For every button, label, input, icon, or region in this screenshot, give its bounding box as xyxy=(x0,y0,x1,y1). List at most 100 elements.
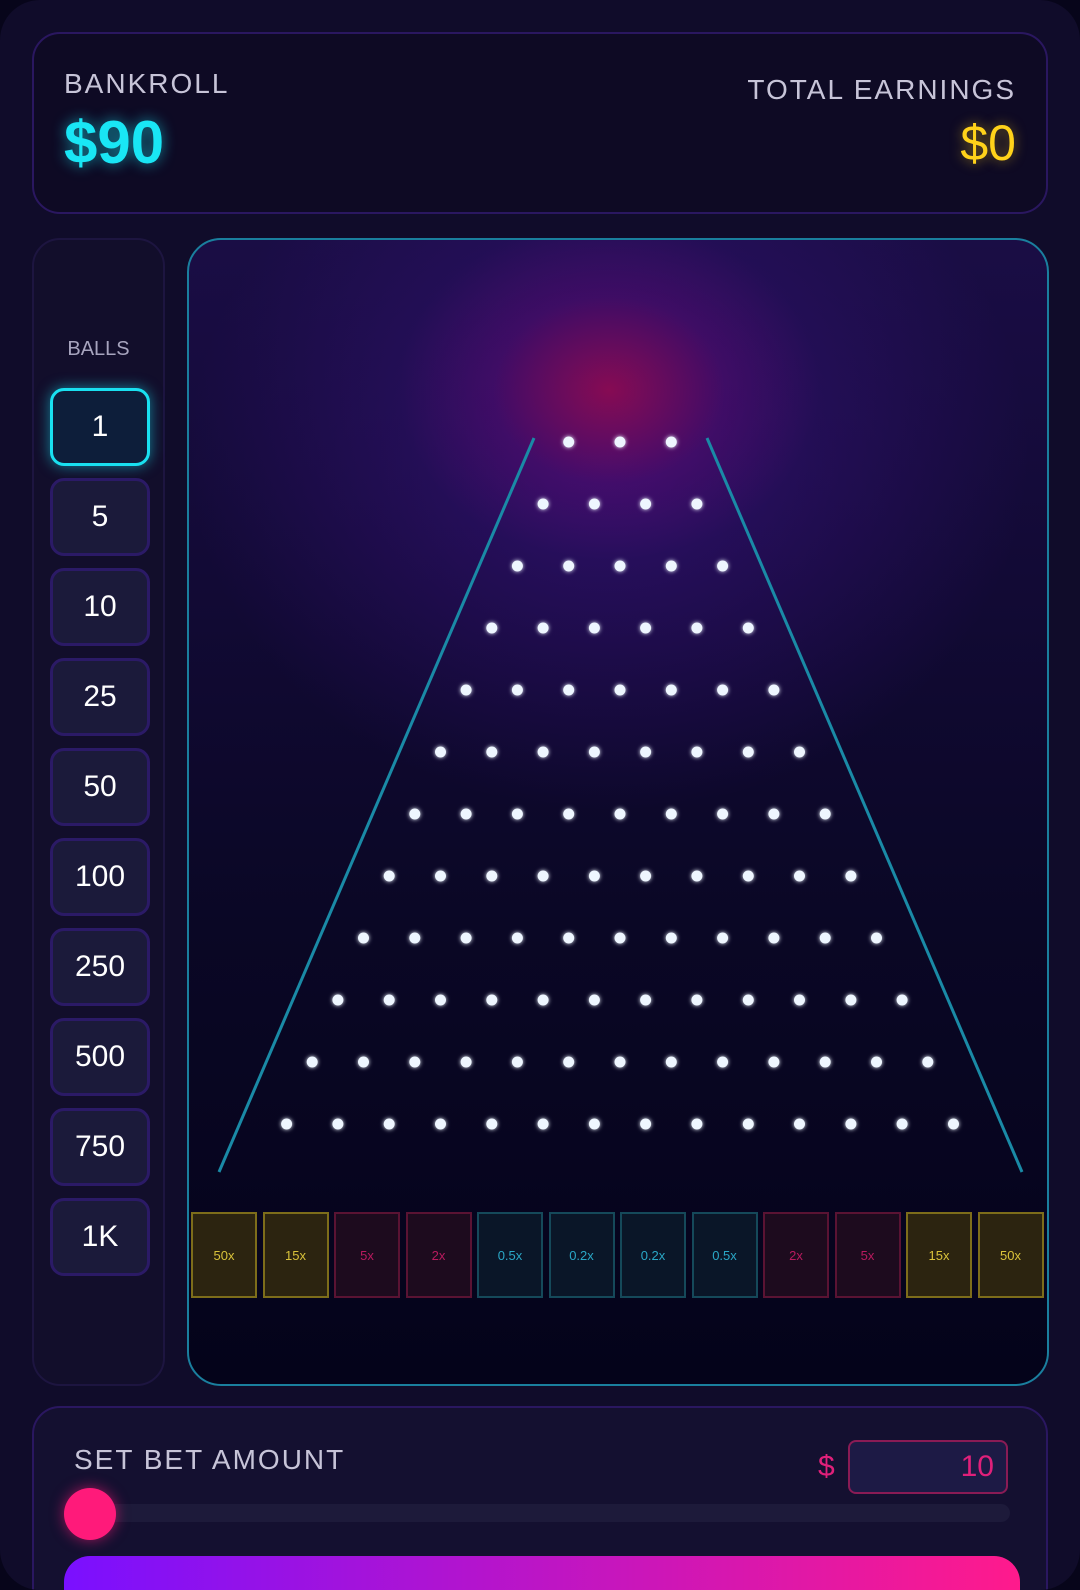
bet-amount-input[interactable] xyxy=(848,1440,1008,1494)
peg xyxy=(819,1056,831,1068)
peg xyxy=(614,808,626,820)
peg xyxy=(537,622,549,634)
plinko-app: BANKROLL $90 TOTAL EARNINGS $0 BALLS 1 5… xyxy=(0,0,1080,1590)
total-earnings-label: TOTAL EARNINGS xyxy=(747,74,1016,105)
peg xyxy=(435,994,446,1006)
peg xyxy=(665,684,677,696)
peg xyxy=(281,1118,293,1130)
peg xyxy=(742,1118,754,1130)
peg xyxy=(537,498,549,510)
multiplier-bucket: 15x xyxy=(906,1212,972,1298)
peg xyxy=(742,870,754,882)
peg xyxy=(511,684,523,696)
stats-header: BANKROLL $90 TOTAL EARNINGS $0 xyxy=(32,32,1048,214)
peg xyxy=(383,1118,395,1130)
bet-panel: SET BET AMOUNT $ xyxy=(32,1406,1048,1590)
bet-slider-thumb[interactable] xyxy=(64,1488,116,1540)
right-board-rail xyxy=(705,437,1024,1173)
peg xyxy=(383,994,395,1006)
peg xyxy=(511,932,523,944)
multiplier-bucket: 0.2x xyxy=(548,1212,615,1298)
peg xyxy=(614,560,626,572)
peg xyxy=(614,436,626,448)
peg xyxy=(332,1118,344,1130)
ball-count-button-750[interactable]: 750 xyxy=(50,1108,150,1186)
multiplier-bucket: 0.2x xyxy=(620,1212,686,1298)
peg xyxy=(409,932,421,944)
peg xyxy=(588,1118,600,1130)
peg xyxy=(819,808,831,820)
ball-count-button-25[interactable]: 25 xyxy=(50,658,150,736)
peg xyxy=(614,684,626,696)
peg xyxy=(691,746,703,758)
multiplier-bucket: 2x xyxy=(763,1212,829,1298)
peg xyxy=(742,622,754,634)
peg xyxy=(768,684,780,696)
multiplier-bucket: 0.5x xyxy=(477,1212,543,1298)
peg xyxy=(845,1118,857,1130)
peg xyxy=(871,1056,882,1068)
peg xyxy=(819,932,831,944)
peg xyxy=(435,1118,446,1130)
balls-title: BALLS xyxy=(67,338,130,360)
peg xyxy=(691,498,703,510)
ball-count-button-50[interactable]: 50 xyxy=(50,748,150,826)
peg xyxy=(563,560,575,572)
peg xyxy=(588,622,600,634)
peg xyxy=(563,1056,575,1068)
peg xyxy=(691,1118,703,1130)
peg xyxy=(640,746,652,758)
ball-count-button-100[interactable]: 100 xyxy=(50,838,150,916)
peg xyxy=(588,994,600,1006)
plinko-board: 50x 15x 5x 2x 0.5x 0.2x 0.2x 0.5x 2x 5x 15x 50x xyxy=(187,238,1049,1386)
left-board-rail xyxy=(217,437,536,1173)
peg xyxy=(665,436,677,448)
multiplier-bucket: 0.5x xyxy=(691,1212,758,1298)
currency-symbol: $ xyxy=(818,1450,835,1483)
peg xyxy=(768,932,780,944)
peg xyxy=(588,498,600,510)
peg xyxy=(691,870,703,882)
peg xyxy=(614,1056,626,1068)
peg xyxy=(537,746,549,758)
peg xyxy=(640,498,652,510)
ball-count-button-1[interactable]: 1 xyxy=(50,388,150,466)
peg xyxy=(665,560,677,572)
multiplier-bucket: 50x xyxy=(191,1212,257,1298)
peg xyxy=(511,808,523,820)
peg xyxy=(537,870,549,882)
peg xyxy=(588,870,600,882)
peg xyxy=(563,932,575,944)
ball-count-button-250[interactable]: 250 xyxy=(50,928,150,1006)
ball-count-button-5[interactable]: 5 xyxy=(50,478,150,556)
peg xyxy=(358,1056,369,1068)
ball-count-button-10[interactable]: 10 xyxy=(50,568,150,646)
bet-slider-track[interactable] xyxy=(74,1504,1010,1522)
peg xyxy=(768,1056,780,1068)
ball-count-button-500[interactable]: 500 xyxy=(50,1018,150,1096)
peg xyxy=(563,808,575,820)
multiplier-bucket: 15x xyxy=(262,1212,329,1298)
peg xyxy=(922,1056,934,1068)
peg xyxy=(511,1056,523,1068)
peg xyxy=(537,994,549,1006)
peg xyxy=(948,1118,959,1130)
peg xyxy=(460,684,472,696)
peg xyxy=(742,746,754,758)
peg xyxy=(435,870,446,882)
peg xyxy=(691,622,703,634)
drop-ball-button[interactable] xyxy=(64,1556,1020,1590)
peg xyxy=(435,746,446,758)
peg xyxy=(717,684,729,696)
peg xyxy=(486,994,498,1006)
peg xyxy=(640,994,652,1006)
peg xyxy=(665,932,677,944)
peg xyxy=(537,1118,549,1130)
peg xyxy=(794,870,805,882)
multiplier-bucket: 50x xyxy=(977,1212,1044,1298)
peg xyxy=(332,994,344,1006)
peg xyxy=(717,808,729,820)
ball-count-button-1k[interactable]: 1K xyxy=(50,1198,150,1276)
peg xyxy=(486,870,498,882)
peg xyxy=(896,1118,908,1130)
